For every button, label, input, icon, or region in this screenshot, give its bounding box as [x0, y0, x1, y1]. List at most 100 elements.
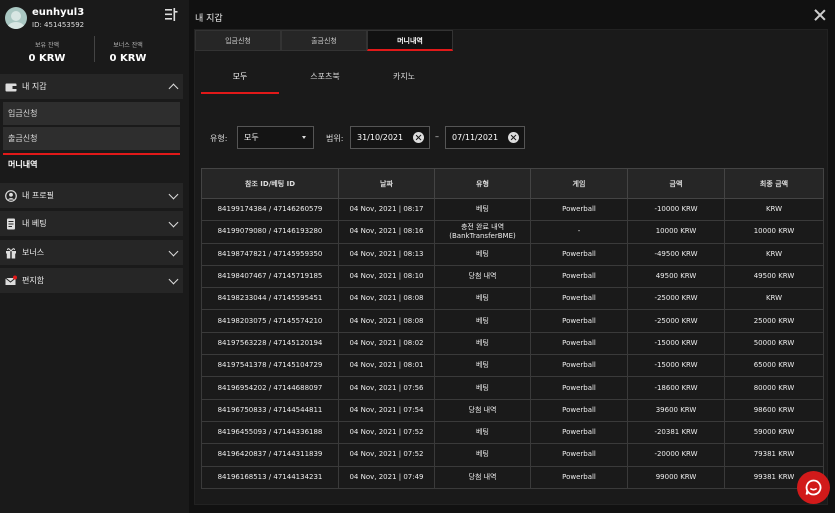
sidebar-item-bonus[interactable]: 보너스: [0, 240, 183, 265]
chevron-down-icon: [168, 189, 179, 200]
table-cell: 당첨 내역: [434, 398, 531, 422]
caret-down-icon: [302, 136, 306, 139]
table-cell: 84198747821 / 47145959350: [201, 242, 339, 266]
table-row: 84197541378 / 47145104729 04 Nov, 2021 | …: [201, 354, 824, 378]
subtab-sportsbook[interactable]: 스포츠북: [286, 66, 364, 94]
table-cell: 84196954202 / 47144688097: [201, 376, 339, 400]
bonus-balance-label: 보너스 잔액: [113, 42, 143, 49]
type-select-value: 모두: [244, 133, 259, 142]
table-cell: 84196168513 / 47144134231: [201, 465, 339, 489]
sidebar-item-bets[interactable]: 내 베팅: [0, 211, 183, 236]
sidebar-subitem-deposit[interactable]: 입금신청: [3, 102, 180, 125]
table-body: 84199174384 / 47146260579 04 Nov, 2021 | …: [201, 197, 824, 489]
sidebar-subitem-money-history[interactable]: 머니내역: [3, 153, 180, 176]
table-cell: Powerball: [530, 197, 628, 222]
modal-title: 내 지갑: [195, 14, 223, 24]
transactions-table: 참조 ID/베팅 ID 날짜 유형 게임 금액 최종 금액 8419917438…: [201, 168, 824, 489]
table-cell: 84196420837 / 47144311839: [201, 443, 339, 467]
wallet-modal: 내 지갑 입금신청 출금신청 머니내역 모두 스포츠북 카지노 유형: 모두 범…: [189, 0, 835, 513]
table-cell: 04 Nov, 2021 | 07:52: [338, 443, 435, 467]
table-cell: 84196455093 / 47144336188: [201, 420, 339, 445]
table-cell: KRW: [724, 242, 824, 266]
bonus-balance-value: 0 KRW: [109, 53, 147, 64]
table-cell: -49500 KRW: [627, 242, 725, 266]
sidebar-item-profile[interactable]: 내 프로필: [0, 183, 183, 208]
table-cell: 04 Nov, 2021 | 07:54: [338, 398, 435, 422]
chevron-down-icon: [168, 274, 179, 285]
close-icon[interactable]: [814, 9, 826, 21]
table-cell: KRW: [724, 197, 824, 222]
gift-icon: [6, 247, 16, 258]
table-cell: Powerball: [530, 309, 628, 333]
table-cell: 49500 KRW: [627, 264, 725, 289]
table-cell: 04 Nov, 2021 | 07:56: [338, 376, 435, 400]
clear-icon[interactable]: [413, 132, 424, 143]
table-cell: 84198407467 / 47145719185: [201, 264, 339, 289]
table-cell: 84199079080 / 47146193280: [201, 220, 339, 244]
sidebar-item-label: 내 지갑: [22, 82, 47, 91]
table-cell: 베팅: [434, 376, 531, 400]
column-header: 날짜: [338, 168, 435, 199]
table-cell: 99000 KRW: [627, 465, 725, 489]
table-cell: 84197563228 / 47145120194: [201, 331, 339, 356]
table-cell: -20000 KRW: [627, 443, 725, 467]
subtab-all[interactable]: 모두: [201, 66, 279, 94]
date-separator: –: [435, 132, 439, 141]
date-to-input[interactable]: 07/11/2021: [445, 126, 525, 149]
table-cell: 베팅: [434, 287, 531, 311]
table-cell: 65000 KRW: [724, 354, 824, 378]
type-select[interactable]: 모두: [237, 126, 314, 149]
clear-icon[interactable]: [508, 132, 519, 143]
table-row: 84198233044 / 47145595451 04 Nov, 2021 | …: [201, 287, 824, 311]
table-cell: 84198203075 / 47145574210: [201, 309, 339, 333]
wallet-panel: 입금신청 출금신청 머니내역 모두 스포츠북 카지노 유형: 모두 범위: 31…: [194, 29, 828, 505]
table-cell: Powerball: [530, 443, 628, 467]
table-cell: 39600 KRW: [627, 398, 725, 422]
table-cell: 50000 KRW: [724, 331, 824, 356]
table-cell: -25000 KRW: [627, 287, 725, 311]
table-cell: 베팅: [434, 242, 531, 266]
tab-withdraw[interactable]: 출금신청: [281, 30, 367, 51]
table-cell: 베팅: [434, 331, 531, 356]
table-cell: 04 Nov, 2021 | 08:16: [338, 220, 435, 244]
column-header: 최종 금액: [724, 168, 824, 199]
wallet-icon: [5, 83, 17, 91]
table-row: 84196750833 / 47144544811 04 Nov, 2021 | …: [201, 398, 824, 422]
table-cell: 04 Nov, 2021 | 08:08: [338, 287, 435, 311]
table-cell: 04 Nov, 2021 | 07:52: [338, 420, 435, 445]
tab-money-history[interactable]: 머니내역: [367, 30, 453, 51]
table-cell: KRW: [724, 287, 824, 311]
table-row: 84196455093 / 47144336188 04 Nov, 2021 | …: [201, 420, 824, 445]
sidebar-subitem-withdraw[interactable]: 출금신청: [3, 127, 180, 150]
table-cell: -25000 KRW: [627, 309, 725, 333]
table-cell: -: [530, 220, 628, 244]
avatar[interactable]: [5, 7, 27, 29]
table-cell: 04 Nov, 2021 | 08:17: [338, 197, 435, 222]
sidebar-item-wallet[interactable]: 내 지갑: [0, 74, 183, 99]
cash-balance-label: 보유 잔액: [35, 42, 59, 49]
table-cell: Powerball: [530, 287, 628, 311]
table-cell: -15000 KRW: [627, 354, 725, 378]
live-chat-button[interactable]: [797, 471, 830, 504]
table-row: 84198747821 / 47145959350 04 Nov, 2021 | …: [201, 242, 824, 266]
sliders-icon[interactable]: [164, 8, 178, 21]
table-cell: 84198233044 / 47145595451: [201, 287, 339, 311]
table-cell: 84199174384 / 47146260579: [201, 197, 339, 222]
table-cell: 84196750833 / 47144544811: [201, 398, 339, 422]
subtab-casino[interactable]: 카지노: [365, 66, 443, 94]
table-cell: 98600 KRW: [724, 398, 824, 422]
sidebar-item-inbox[interactable]: 편지함: [0, 268, 183, 293]
chevron-down-icon: [168, 217, 179, 228]
type-filter-label: 유형:: [210, 134, 228, 143]
tab-deposit[interactable]: 입금신청: [195, 30, 281, 51]
table-cell: -20381 KRW: [627, 420, 725, 445]
table-cell: Powerball: [530, 376, 628, 400]
sidebar: eunhyul3 ID: 451453592 보유 잔액 0 KRW 보너스 잔…: [0, 0, 189, 513]
bonus-balance: 보너스 잔액 0 KRW: [81, 40, 175, 64]
table-cell: 04 Nov, 2021 | 08:13: [338, 242, 435, 266]
table-cell: 80000 KRW: [724, 376, 824, 400]
date-from-input[interactable]: 31/10/2021: [350, 126, 430, 149]
table-header-row: 참조 ID/베팅 ID 날짜 유형 게임 금액 최종 금액: [201, 168, 824, 199]
table-cell: 충전 완료 내역 (BankTransferBME): [434, 220, 531, 244]
table-cell: 04 Nov, 2021 | 08:02: [338, 331, 435, 356]
